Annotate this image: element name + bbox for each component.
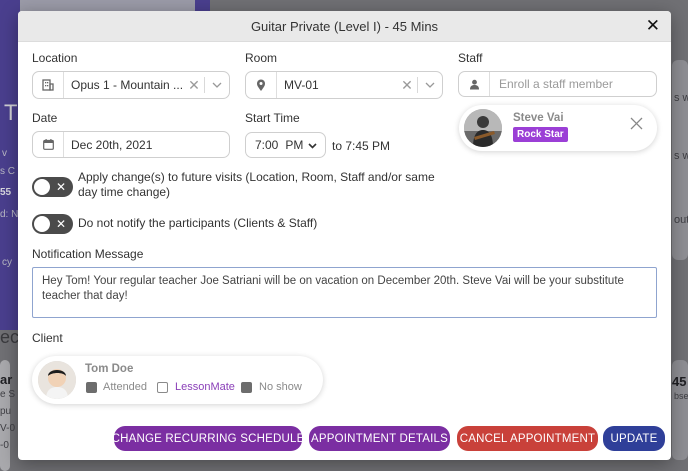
clear-room-icon[interactable]: ✕ — [397, 77, 417, 94]
future-visits-toggle[interactable]: ✕ — [32, 177, 73, 197]
modal-title: Guitar Private (Level I) - 45 Mins — [250, 18, 439, 34]
background-text: s C — [0, 166, 15, 177]
no-notify-toggle[interactable]: ✕ — [32, 214, 73, 234]
clear-location-icon[interactable]: ✕ — [184, 77, 204, 94]
background-text: pu — [0, 406, 12, 417]
room-value: MV-01 — [284, 78, 319, 92]
staff-name: Steve Vai — [513, 112, 564, 124]
client-label: Client — [32, 331, 63, 345]
cancel-appointment-button[interactable]: CANCEL APPOINTMENT — [457, 426, 598, 451]
background-text: s w — [674, 92, 688, 104]
background-text: out — [674, 214, 688, 226]
location-label: Location — [32, 51, 78, 65]
update-button[interactable]: UPDATE — [603, 426, 665, 451]
chevron-down-icon[interactable] — [205, 82, 229, 88]
background-text: cy — [2, 257, 12, 268]
date-picker[interactable]: Dec 20th, 2021 — [32, 131, 230, 158]
remove-staff-icon[interactable] — [630, 117, 643, 135]
avatar — [38, 361, 76, 399]
background-text: -0 — [0, 440, 9, 451]
background-text: d: N — [0, 209, 19, 220]
toggle-off-icon: ✕ — [55, 217, 66, 231]
no-notify-label: Do not notify the participants (Clients … — [78, 216, 318, 230]
close-icon[interactable]: ✕ — [646, 17, 660, 34]
background-text: s w — [674, 150, 688, 162]
no-show-checkbox[interactable] — [241, 382, 252, 393]
room-label: Room — [245, 51, 278, 65]
map-pin-icon — [246, 72, 277, 98]
attended-checkbox[interactable] — [86, 382, 97, 393]
start-ampm: PM — [285, 138, 304, 152]
no-show-label: No show — [259, 381, 302, 393]
location-value: Opus 1 - Mountain ... — [71, 78, 184, 92]
toggle-knob — [34, 179, 50, 195]
lessonmate-checkbox[interactable] — [157, 382, 168, 393]
chevron-down-icon[interactable] — [418, 82, 442, 88]
notification-label: Notification Message — [32, 247, 144, 261]
end-time-text: to 7:45 PM — [332, 139, 391, 153]
user-icon — [459, 72, 490, 96]
toggle-off-icon: ✕ — [55, 180, 66, 194]
background-text: e S — [0, 389, 16, 400]
background-text: bse — [674, 391, 688, 401]
building-icon — [33, 72, 64, 98]
background-text: ar — [0, 372, 13, 387]
appointment-details-button[interactable]: APPOINTMENT DETAILS — [309, 426, 450, 451]
toggle-knob — [34, 216, 50, 232]
staff-placeholder: Enroll a staff member — [499, 77, 613, 91]
staff-enroll-input[interactable]: Enroll a staff member — [458, 71, 657, 97]
start-hour: 7:00 — [255, 138, 279, 152]
avatar — [464, 109, 502, 147]
staff-role-badge: Rock Star — [513, 127, 568, 142]
background-text: v — [2, 148, 7, 159]
calendar-icon — [33, 132, 64, 157]
client-name: Tom Doe — [85, 363, 134, 375]
background-text: 45 — [672, 374, 687, 389]
background-text: V-0 — [0, 423, 16, 434]
room-select[interactable]: MV-01 ✕ — [245, 71, 443, 99]
future-visits-label: Apply change(s) to future visits (Locati… — [78, 170, 435, 199]
change-recurring-schedule-button[interactable]: CHANGE RECURRING SCHEDULE — [112, 426, 304, 451]
edit-appointment-modal: Guitar Private (Level I) - 45 Mins ✕ Loc… — [18, 11, 671, 460]
lessonmate-label[interactable]: LessonMate — [175, 381, 235, 393]
start-time-label: Start Time — [245, 111, 300, 125]
staff-label: Staff — [458, 51, 483, 65]
chevron-down-icon — [308, 138, 317, 152]
location-select[interactable]: Opus 1 - Mountain ... ✕ — [32, 71, 230, 99]
modal-header: Guitar Private (Level I) - 45 Mins ✕ — [18, 11, 671, 42]
background-text: ec — [0, 327, 20, 347]
staff-member-card: Steve Vai Rock Star — [459, 105, 657, 151]
notification-message-textarea[interactable]: Hey Tom! Your regular teacher Joe Satria… — [32, 267, 657, 318]
background-text: T — [4, 100, 18, 125]
background-text: 55 — [0, 187, 12, 198]
attended-label: Attended — [103, 381, 148, 393]
start-time-select[interactable]: 7:00 PM — [245, 132, 326, 158]
date-value: Dec 20th, 2021 — [71, 137, 153, 152]
date-label: Date — [32, 111, 58, 125]
client-card: Tom Doe Attended LessonMate No show — [32, 356, 323, 404]
